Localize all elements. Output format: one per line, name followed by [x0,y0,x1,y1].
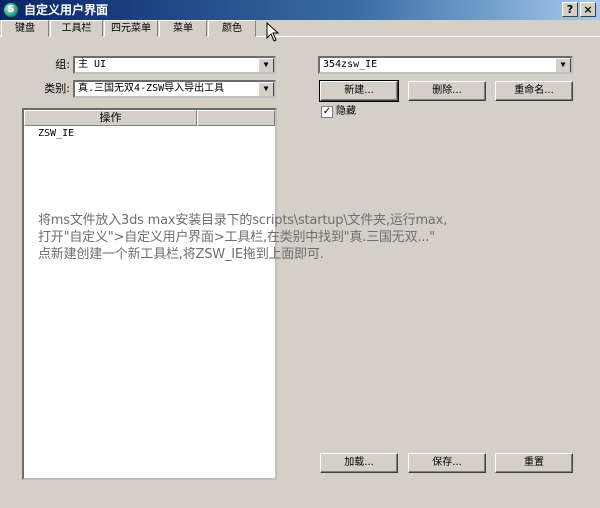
list-item[interactable]: ZSW_IE [38,127,74,141]
tab-colors[interactable]: 颜色 [208,20,256,37]
chevron-down-icon[interactable]: ▼ [258,82,274,96]
chevron-down-icon[interactable]: ▼ [258,58,274,72]
category-dropdown-value: 真.三国无双4-ZSW导入导出工具 [78,83,225,94]
tab-menus[interactable]: 菜单 [159,20,207,37]
group-dropdown-value: 主 UI [78,59,107,70]
instruction-line-3: 点新建创建一个新工具栏,将ZSW_IE拖到上面即可. [38,247,324,262]
instruction-line-1: 将ms文件放入3ds max安装目录下的scripts\startup\文件夹,… [38,213,448,228]
group-dropdown[interactable]: 主 UI ▼ [73,56,276,74]
mouse-cursor-icon [266,22,280,42]
category-dropdown[interactable]: 真.三国无双4-ZSW导入导出工具 ▼ [73,80,276,98]
new-button[interactable]: 新建... [319,80,399,102]
tab-quad-menus[interactable]: 四元菜单 [104,20,158,37]
reset-button[interactable]: 重置 [495,453,573,473]
close-button[interactable]: × [580,2,596,17]
instruction-line-2: 打开"自定义">自定义用户界面>工具栏,在类别中找到"真.三国无双..." [38,230,435,245]
hidden-checkbox-label[interactable]: 隐藏 [336,104,356,120]
window-title: 自定义用户界面 [24,3,109,17]
load-button[interactable]: 加载... [320,453,398,473]
list-header: 操作 [24,110,275,126]
hidden-checkbox[interactable]: ✓ [321,106,333,118]
toolbar-dropdown[interactable]: 354zsw_IE ▼ [318,56,573,74]
category-label: 类别: [44,82,70,95]
group-label: 组: [55,58,70,71]
save-button[interactable]: 保存... [408,453,486,473]
delete-button[interactable]: 删除... [408,81,486,101]
rename-button[interactable]: 重命名... [495,81,573,101]
column-header-blank[interactable] [197,110,275,126]
toolbar-dropdown-value: 354zsw_IE [323,59,378,70]
tab-keyboard[interactable]: 键盘 [1,20,49,37]
chevron-down-icon[interactable]: ▼ [555,58,571,72]
column-header-action[interactable]: 操作 [24,110,197,126]
help-button[interactable]: ? [562,2,578,17]
tab-toolbars[interactable]: 工具栏 [50,20,103,37]
app-logo-icon[interactable]: S [3,2,19,18]
action-list[interactable]: 操作 ZSW_IE [22,108,277,480]
